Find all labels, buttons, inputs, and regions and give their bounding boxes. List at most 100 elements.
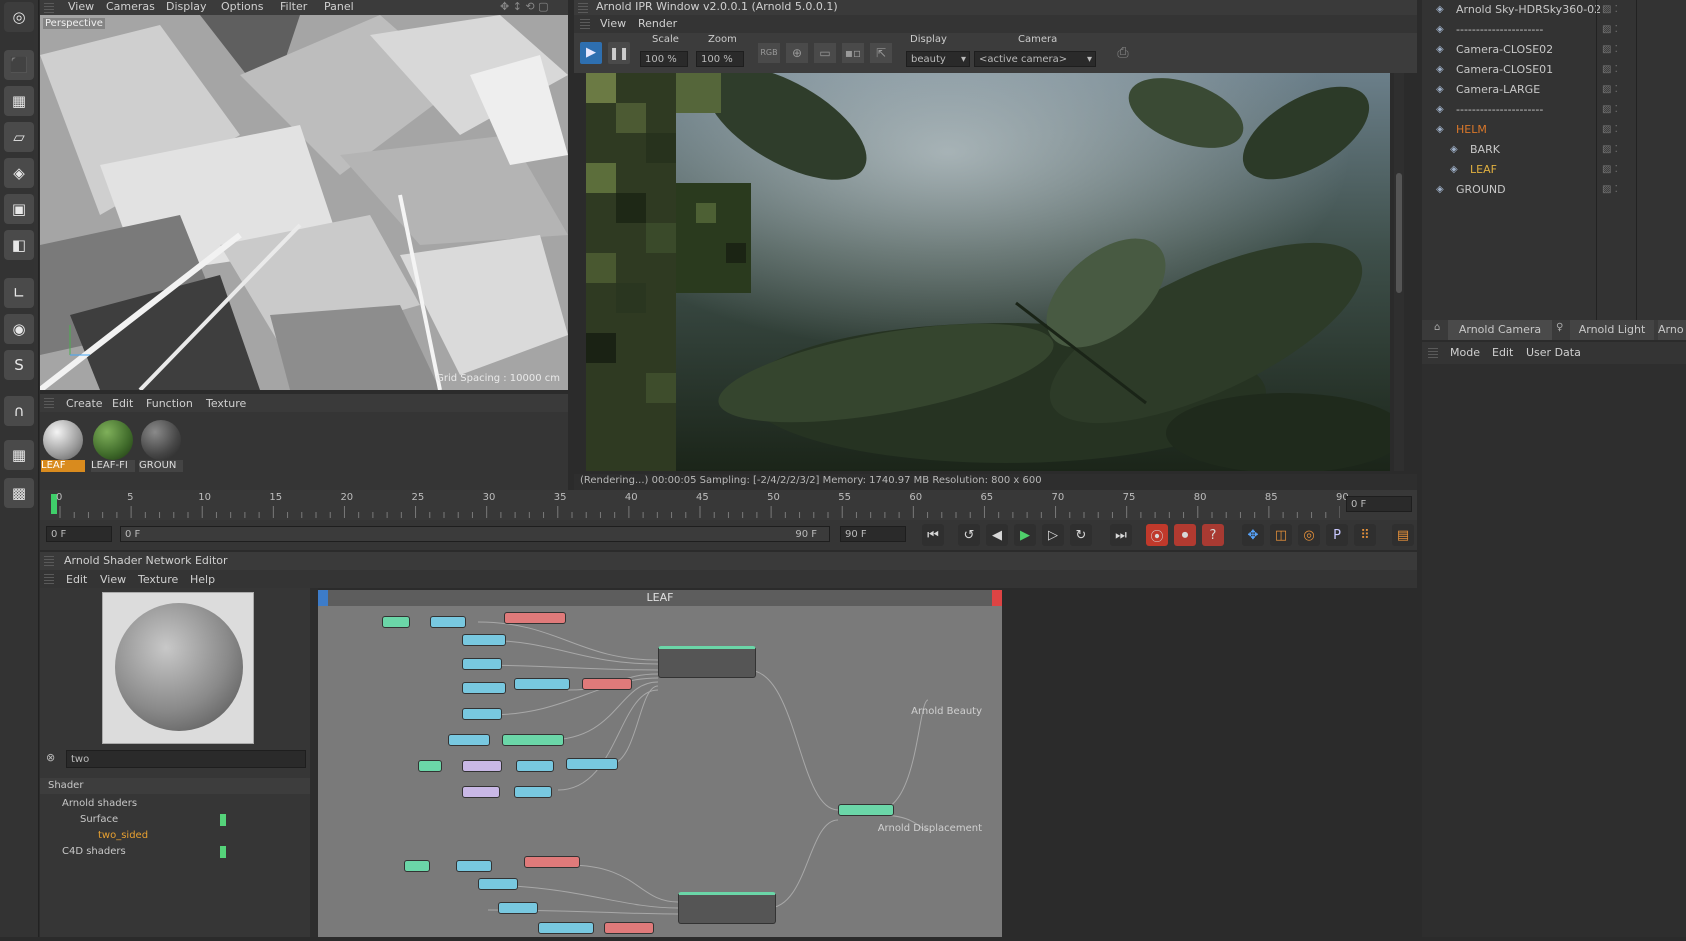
shader-node[interactable] <box>566 758 618 770</box>
pla-key-icon[interactable]: ⠿ <box>1354 524 1376 546</box>
timeline-ruler[interactable]: 0 5 10 15 20 25 30 35 40 45 50 55 60 65 70 75 80 85 90 0 F <box>40 490 1417 520</box>
canvas-left-handle[interactable] <box>318 590 328 606</box>
goto-end-button[interactable]: ⏭ <box>1110 524 1132 546</box>
keyframe-help-icon[interactable]: ? <box>1202 524 1224 546</box>
material-swatch-leaf-fi[interactable]: LEAF-FI <box>91 420 135 476</box>
tree-item-surface[interactable]: Surface <box>80 814 118 825</box>
object-row[interactable]: ◈ HELM ▨ ⁚ <box>1422 120 1686 140</box>
orange-cube-icon[interactable]: ◧ <box>4 230 34 260</box>
sne-menu-edit[interactable]: Edit <box>66 573 87 586</box>
visibility-toggle-icon[interactable]: ▨ ⁚ <box>1602 0 1618 20</box>
checker-icon[interactable]: ▦ <box>4 86 34 116</box>
material-menu-texture[interactable]: Texture <box>206 397 246 410</box>
grid-lock-icon[interactable]: ▦ <box>4 440 34 470</box>
display-dropdown[interactable]: beauty ▾ <box>906 51 970 67</box>
snapshot-camera-icon[interactable]: ⎙ <box>1112 43 1134 63</box>
material-menu-create[interactable]: Create <box>66 397 103 410</box>
param-key-icon[interactable]: P <box>1326 524 1348 546</box>
object-row[interactable]: ◈ Camera-CLOSE01 ▨ ⁚ <box>1422 60 1686 80</box>
perspective-viewport[interactable]: Perspective Grid Spacing : 10000 cm <box>40 15 568 390</box>
object-row[interactable]: ◈ GROUND ▨ ⁚ <box>1422 180 1686 200</box>
scale-key-icon[interactable]: ◫ <box>1270 524 1292 546</box>
material-swatch-ground[interactable]: GROUN <box>139 420 183 476</box>
record-keys-icon[interactable]: ⦿ <box>1146 524 1168 546</box>
port-arnold-beauty[interactable]: Arnold Beauty <box>911 706 982 717</box>
camera-cube-icon[interactable]: ◈ <box>4 158 34 188</box>
sne-menu-view[interactable]: View <box>100 573 126 586</box>
ipr-render-image[interactable] <box>586 73 1390 471</box>
shader-search-input[interactable]: two <box>66 750 306 768</box>
object-row[interactable]: ◈ ---------------------- ▨ ⁚ <box>1422 20 1686 40</box>
object-row[interactable]: ◈ LEAF ▨ ⁚ <box>1422 160 1686 180</box>
shader-node[interactable] <box>462 760 502 772</box>
export-icon[interactable]: ⇱ <box>870 43 892 63</box>
shader-node[interactable] <box>404 860 430 872</box>
ipr-scrollbar-thumb[interactable] <box>1396 173 1402 293</box>
visibility-toggle-icon[interactable]: ▨ ⁚ <box>1602 160 1618 180</box>
panel-divider[interactable] <box>310 588 318 937</box>
object-row[interactable]: ◈ Arnold Sky-HDRSky360-02 ▨ ⁚ <box>1422 0 1686 20</box>
shader-node[interactable] <box>502 734 564 746</box>
ipr-menu-view[interactable]: View <box>600 17 626 30</box>
tab-arnold-camera[interactable]: Arnold Camera <box>1448 320 1552 340</box>
snap-s-icon[interactable]: S <box>4 350 34 380</box>
shader-node[interactable] <box>538 922 594 934</box>
shader-node[interactable] <box>524 856 580 868</box>
canvas-close-icon[interactable] <box>992 590 1002 606</box>
compare-icon[interactable]: ▪▫ <box>842 43 864 63</box>
attr-menu-user-data[interactable]: User Data <box>1526 346 1581 359</box>
material-node[interactable] <box>678 892 776 924</box>
shader-node[interactable] <box>604 922 654 934</box>
viewport-menu-panel[interactable]: Panel <box>324 0 354 13</box>
play-render-button[interactable]: ▶ <box>580 42 602 64</box>
object-row[interactable]: ◈ Camera-CLOSE02 ▨ ⁚ <box>1422 40 1686 60</box>
box-icon[interactable]: ▣ <box>4 194 34 224</box>
object-row[interactable]: ◈ BARK ▨ ⁚ <box>1422 140 1686 160</box>
play-button[interactable]: ▶ <box>1014 524 1036 546</box>
visibility-toggle-icon[interactable]: ▨ ⁚ <box>1602 180 1618 200</box>
shader-node[interactable] <box>504 612 566 624</box>
port-arnold-displacement[interactable]: Arnold Displacement <box>878 823 982 834</box>
magnet-icon[interactable]: ∩ <box>4 396 34 426</box>
pause-render-button[interactable]: ❚❚ <box>608 42 630 64</box>
zoom-field[interactable]: 100 % <box>696 51 744 67</box>
material-node[interactable] <box>658 646 756 678</box>
ipr-scrollbar[interactable] <box>1394 73 1404 471</box>
prev-frame-button[interactable]: ◀ <box>986 524 1008 546</box>
shader-node-canvas[interactable]: Arnold Beauty Arnold Displacement <box>318 590 1002 937</box>
frame-range-slider[interactable]: 0 F 90 F <box>120 526 830 542</box>
viewport-menu-cameras[interactable]: Cameras <box>106 0 155 13</box>
start-frame-field[interactable]: 0 F <box>46 526 112 542</box>
sne-menu-texture[interactable]: Texture <box>138 573 178 586</box>
shader-node[interactable] <box>582 678 632 690</box>
material-menu-function[interactable]: Function <box>146 397 193 410</box>
ipr-menu-render[interactable]: Render <box>638 17 677 30</box>
attr-menu-edit[interactable]: Edit <box>1492 346 1513 359</box>
tree-item-arnold-shaders[interactable]: Arnold shaders <box>62 798 137 809</box>
object-row[interactable]: ◈ ---------------------- ▨ ⁚ <box>1422 100 1686 120</box>
visibility-toggle-icon[interactable]: ▨ ⁚ <box>1602 60 1618 80</box>
material-swatch-leaf[interactable]: LEAF <box>41 420 85 476</box>
shader-node[interactable] <box>462 658 502 670</box>
shader-node[interactable] <box>514 786 552 798</box>
plane-icon[interactable]: ▱ <box>4 122 34 152</box>
timeline-window-icon[interactable]: ▤ <box>1392 524 1414 546</box>
rotate-key-icon[interactable]: ◎ <box>1298 524 1320 546</box>
attr-menu-mode[interactable]: Mode <box>1450 346 1480 359</box>
shader-node-output[interactable] <box>838 804 894 816</box>
material-menu-edit[interactable]: Edit <box>112 397 133 410</box>
viewport-menu-display[interactable]: Display <box>166 0 207 13</box>
shader-node[interactable] <box>478 878 518 890</box>
next-key-button[interactable]: ↻ <box>1070 524 1092 546</box>
shader-node[interactable] <box>514 678 570 690</box>
visibility-toggle-icon[interactable]: ▨ ⁚ <box>1602 40 1618 60</box>
grid-snap-icon[interactable]: ▩ <box>4 478 34 508</box>
shader-node[interactable] <box>430 616 466 628</box>
end-frame-field[interactable]: 90 F <box>840 526 906 542</box>
tree-item-two-sided[interactable]: two_sided <box>98 830 148 841</box>
autokey-icon[interactable]: ⏺ <box>1174 524 1196 546</box>
shader-node[interactable] <box>448 734 490 746</box>
region-icon[interactable]: ▭ <box>814 43 836 63</box>
shader-node[interactable] <box>456 860 492 872</box>
visibility-toggle-icon[interactable]: ▨ ⁚ <box>1602 20 1618 40</box>
